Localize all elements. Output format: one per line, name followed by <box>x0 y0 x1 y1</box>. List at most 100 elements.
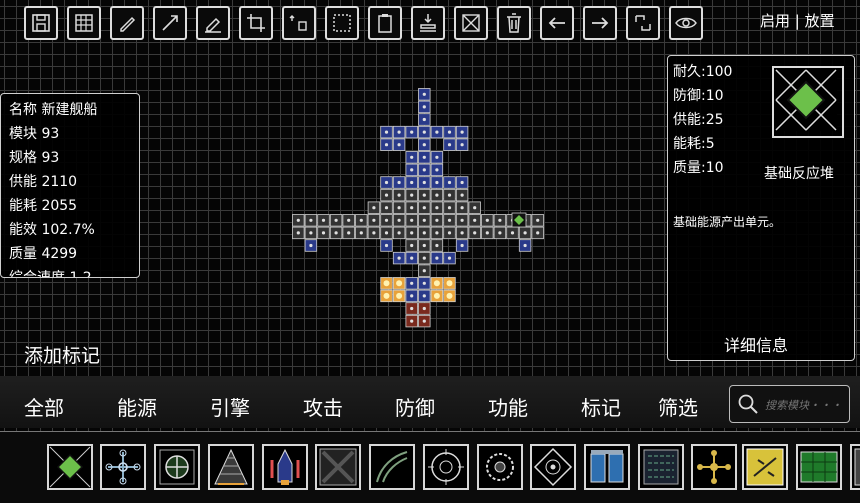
add-mark-button[interactable]: 添加标记 <box>24 341 100 368</box>
grid-button[interactable] <box>67 6 101 40</box>
ship-module[interactable] <box>380 226 393 240</box>
ship-module[interactable] <box>392 138 406 151</box>
ship-module[interactable] <box>430 251 444 265</box>
ship-module[interactable] <box>380 176 393 189</box>
ship-module[interactable] <box>355 214 368 227</box>
eraser-button[interactable] <box>196 6 230 40</box>
ship-module[interactable] <box>405 226 418 240</box>
ship-module[interactable] <box>392 125 406 139</box>
ship-module[interactable] <box>392 277 406 290</box>
clipboard-button[interactable] <box>368 6 402 40</box>
pencil-button[interactable] <box>110 6 144 40</box>
ship-module[interactable] <box>418 302 431 315</box>
ship-module[interactable] <box>418 125 431 139</box>
ship-module[interactable] <box>418 251 431 265</box>
search-input[interactable] <box>763 395 851 415</box>
ship-module[interactable] <box>455 201 469 214</box>
ship-module[interactable] <box>430 176 444 189</box>
ship-module[interactable] <box>531 226 544 240</box>
ship-module[interactable] <box>392 176 406 189</box>
ship-module[interactable] <box>418 314 431 328</box>
ship-module[interactable] <box>392 214 406 227</box>
ship-module[interactable] <box>518 226 532 240</box>
ship-module[interactable] <box>418 264 431 277</box>
clear-button[interactable] <box>454 6 488 40</box>
ship-module[interactable] <box>455 138 469 151</box>
tab-energy[interactable]: 能源 <box>117 392 157 421</box>
tray-module[interactable] <box>584 444 630 490</box>
ship-module[interactable] <box>468 226 481 240</box>
stamp-button[interactable] <box>411 6 445 40</box>
ship-module[interactable] <box>304 226 318 240</box>
ship-module[interactable] <box>405 163 418 177</box>
ship-module[interactable] <box>342 226 355 240</box>
eye-button[interactable] <box>669 6 703 40</box>
tray-module[interactable] <box>47 444 93 490</box>
ship-module[interactable] <box>418 100 431 114</box>
ship-module[interactable] <box>455 188 469 202</box>
ship-module[interactable] <box>430 151 444 164</box>
ship-module[interactable] <box>405 277 418 290</box>
ship-module[interactable] <box>418 188 431 202</box>
ship-module[interactable] <box>430 188 444 202</box>
ship-module[interactable] <box>405 201 418 214</box>
ship-module[interactable] <box>443 125 456 139</box>
ship-module[interactable] <box>455 176 469 189</box>
tab-filter[interactable]: 筛选 <box>658 392 698 421</box>
redo-button[interactable] <box>583 6 617 40</box>
tray-module[interactable] <box>262 444 308 490</box>
ship-module[interactable] <box>443 214 456 227</box>
ship-module[interactable] <box>430 214 444 227</box>
ship-module[interactable] <box>443 289 456 303</box>
ship-module[interactable] <box>329 226 343 240</box>
ship-module[interactable] <box>418 151 431 164</box>
tab-attack[interactable]: 攻击 <box>303 392 343 421</box>
ship-module[interactable] <box>418 289 431 303</box>
tray-module[interactable] <box>638 444 684 490</box>
tab-function[interactable]: 功能 <box>488 392 528 421</box>
ship-module[interactable] <box>443 277 456 290</box>
tray-module[interactable] <box>154 444 200 490</box>
ship-module[interactable] <box>481 226 494 240</box>
tray-module[interactable] <box>100 444 146 490</box>
ship-module[interactable] <box>418 88 431 101</box>
ship-module[interactable] <box>405 176 418 189</box>
tray-module[interactable] <box>530 444 576 490</box>
ship-module[interactable] <box>392 289 406 303</box>
ship-module[interactable] <box>392 188 406 202</box>
tray-module[interactable] <box>315 444 361 490</box>
ship-module[interactable] <box>405 251 418 265</box>
ship-module[interactable] <box>405 151 418 164</box>
ship-module[interactable] <box>405 188 418 202</box>
ship-module[interactable] <box>380 277 393 290</box>
ship-module[interactable] <box>367 214 381 227</box>
ship-module[interactable] <box>405 289 418 303</box>
ship-module[interactable] <box>329 214 343 227</box>
ship-module[interactable] <box>317 214 330 227</box>
tray-module[interactable] <box>742 444 788 490</box>
ship-module[interactable] <box>405 302 418 315</box>
ship-module[interactable] <box>418 201 431 214</box>
move-button[interactable] <box>282 6 316 40</box>
ship-module[interactable] <box>511 212 527 228</box>
ship-module[interactable] <box>531 214 544 227</box>
ship-module[interactable] <box>468 201 481 214</box>
arrow-tool-button[interactable] <box>153 6 187 40</box>
ship-module[interactable] <box>392 226 406 240</box>
ship-module[interactable] <box>430 277 444 290</box>
ship-module[interactable] <box>418 226 431 240</box>
ship-module[interactable] <box>405 239 418 252</box>
ship-module[interactable] <box>443 226 456 240</box>
tray-module[interactable] <box>850 444 860 490</box>
ship-module[interactable] <box>443 176 456 189</box>
ship-module[interactable] <box>418 176 431 189</box>
ship-module[interactable] <box>418 277 431 290</box>
ship-module[interactable] <box>342 214 355 227</box>
ship-module[interactable] <box>317 226 330 240</box>
ship-module[interactable] <box>380 138 393 151</box>
ship-module[interactable] <box>506 226 519 240</box>
enable-label[interactable]: 启用 <box>760 12 790 30</box>
ship-module[interactable] <box>430 289 444 303</box>
ship-module[interactable] <box>380 125 393 139</box>
ship-module[interactable] <box>405 125 418 139</box>
